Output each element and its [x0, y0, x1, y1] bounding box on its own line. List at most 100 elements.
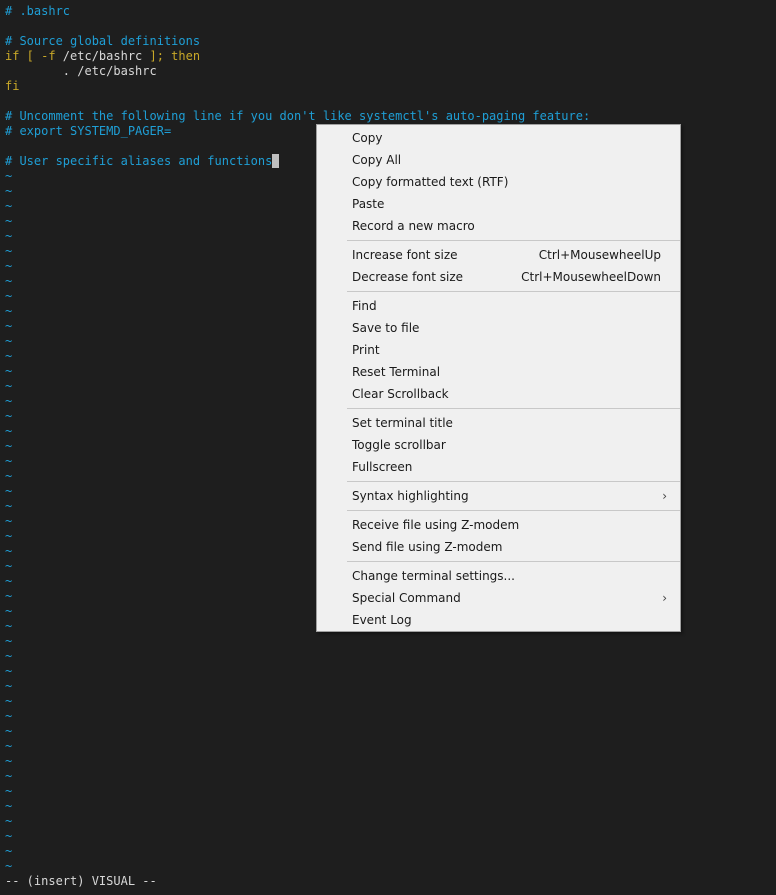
menu-item-label: Paste — [352, 197, 385, 211]
empty-line-tilde: ~ — [5, 769, 13, 783]
editor-line-5: . /etc/bashrc — [5, 64, 157, 78]
empty-line-tilde: ~ — [5, 589, 13, 603]
empty-line-tilde: ~ — [5, 319, 13, 333]
empty-line-tilde: ~ — [5, 514, 13, 528]
menu-item-label: Increase font size — [352, 248, 458, 262]
context-menu: Copy Copy All Copy formatted text (RTF) … — [316, 124, 681, 632]
menu-item-send-zmodem[interactable]: Send file using Z-modem — [318, 536, 679, 558]
menu-item-label: Change terminal settings... — [352, 569, 515, 583]
menu-item-save-to-file[interactable]: Save to file — [318, 317, 679, 339]
empty-line-tilde: ~ — [5, 424, 13, 438]
editor-line-4: if [ -f /etc/bashrc ]; then — [5, 49, 200, 64]
empty-line-tilde: ~ — [5, 814, 13, 828]
empty-line-tilde: ~ — [5, 724, 13, 738]
editor-line-3: # Source global definitions — [5, 34, 201, 48]
menu-item-print[interactable]: Print — [318, 339, 679, 361]
empty-line-tilde: ~ — [5, 844, 13, 858]
menu-item-paste[interactable]: Paste — [318, 193, 679, 215]
empty-line-tilde: ~ — [5, 649, 13, 663]
menu-item-label: Find — [352, 299, 377, 313]
text-cursor — [272, 154, 280, 168]
menu-item-label: Decrease font size — [352, 270, 464, 284]
menu-item-fullscreen[interactable]: Fullscreen — [318, 456, 679, 478]
empty-line-tilde: ~ — [5, 739, 13, 753]
empty-line-tilde: ~ — [5, 274, 13, 288]
editor-line-6: fi — [5, 79, 20, 93]
menu-item-copy[interactable]: Copy — [318, 127, 679, 149]
empty-line-tilde: ~ — [5, 394, 13, 408]
empty-line-tilde: ~ — [5, 694, 13, 708]
menu-separator — [347, 408, 680, 409]
menu-item-receive-zmodem[interactable]: Receive file using Z-modem — [318, 514, 679, 536]
empty-line-tilde: ~ — [5, 184, 13, 198]
menu-item-shortcut: Ctrl+MousewheelUp — [538, 248, 661, 262]
empty-line-tilde: ~ — [5, 349, 13, 363]
empty-line-tilde: ~ — [5, 754, 13, 768]
empty-line-tilde: ~ — [5, 664, 13, 678]
menu-item-change-settings[interactable]: Change terminal settings... — [318, 565, 679, 587]
path-text: /etc/bashrc — [62, 49, 143, 63]
empty-line-tilde: ~ — [5, 619, 13, 633]
menu-item-label: Copy All — [352, 153, 402, 167]
empty-line-tilde: ~ — [5, 634, 13, 648]
menu-item-copy-rtf[interactable]: Copy formatted text (RTF) — [318, 171, 679, 193]
menu-item-label: Event Log — [352, 613, 412, 627]
empty-line-tilde: ~ — [5, 709, 13, 723]
menu-item-record-macro[interactable]: Record a new macro — [318, 215, 679, 237]
menu-item-label: Special Command — [352, 591, 461, 605]
empty-line-tilde: ~ — [5, 214, 13, 228]
menu-item-label: Receive file using Z-modem — [352, 518, 520, 532]
menu-item-label: Copy — [352, 131, 383, 145]
chevron-right-icon: › — [662, 489, 667, 503]
menu-item-label: Print — [352, 343, 380, 357]
empty-line-tilde: ~ — [5, 829, 13, 843]
keyword-text: if [ -f — [5, 49, 63, 63]
menu-item-reset-terminal[interactable]: Reset Terminal — [318, 361, 679, 383]
empty-line-tilde: ~ — [5, 244, 13, 258]
menu-separator — [347, 561, 680, 562]
menu-separator — [347, 291, 680, 292]
menu-item-set-title[interactable]: Set terminal title — [318, 412, 679, 434]
empty-line-tilde: ~ — [5, 469, 13, 483]
empty-line-tilde: ~ — [5, 169, 13, 183]
empty-line-tilde: ~ — [5, 799, 13, 813]
empty-line-tilde: ~ — [5, 334, 13, 348]
empty-line-tilde: ~ — [5, 229, 13, 243]
empty-line-tilde: ~ — [5, 544, 13, 558]
empty-line-tilde: ~ — [5, 604, 13, 618]
menu-item-label: Toggle scrollbar — [352, 438, 446, 452]
empty-line-tilde: ~ — [5, 379, 13, 393]
menu-item-decrease-font[interactable]: Decrease font size Ctrl+MousewheelDown — [318, 266, 679, 288]
menu-item-copy-all[interactable]: Copy All — [318, 149, 679, 171]
menu-item-label: Save to file — [352, 321, 420, 335]
menu-item-clear-scrollback[interactable]: Clear Scrollback — [318, 383, 679, 405]
status-line: -- (insert) VISUAL -- — [5, 874, 157, 888]
empty-line-tilde: ~ — [5, 499, 13, 513]
empty-line-tilde: ~ — [5, 574, 13, 588]
menu-item-toggle-scrollbar[interactable]: Toggle scrollbar — [318, 434, 679, 456]
menu-item-label: Reset Terminal — [352, 365, 441, 379]
empty-line-tilde: ~ — [5, 304, 13, 318]
empty-line-tilde: ~ — [5, 259, 13, 273]
editor-line-11-text: # User specific aliases and functions — [5, 154, 273, 168]
empty-line-tilde: ~ — [5, 784, 13, 798]
keyword-text: ]; then — [142, 49, 201, 63]
menu-item-increase-font[interactable]: Increase font size Ctrl+MousewheelUp — [318, 244, 679, 266]
menu-item-syntax-highlighting[interactable]: Syntax highlighting › — [318, 485, 679, 507]
empty-line-tilde: ~ — [5, 439, 13, 453]
empty-line-tilde: ~ — [5, 484, 13, 498]
menu-separator — [347, 481, 680, 482]
menu-item-shortcut: Ctrl+MousewheelDown — [521, 270, 661, 284]
menu-separator — [347, 510, 680, 511]
empty-line-tilde: ~ — [5, 859, 13, 873]
empty-line-tilde: ~ — [5, 559, 13, 573]
menu-item-label: Copy formatted text (RTF) — [352, 175, 509, 189]
empty-line-tilde: ~ — [5, 454, 13, 468]
empty-line-tilde: ~ — [5, 409, 13, 423]
empty-line-tilde: ~ — [5, 289, 13, 303]
menu-item-label: Record a new macro — [352, 219, 475, 233]
menu-item-label: Fullscreen — [352, 460, 413, 474]
menu-item-special-command[interactable]: Special Command › — [318, 587, 679, 609]
menu-item-event-log[interactable]: Event Log — [318, 609, 679, 631]
menu-item-find[interactable]: Find — [318, 295, 679, 317]
